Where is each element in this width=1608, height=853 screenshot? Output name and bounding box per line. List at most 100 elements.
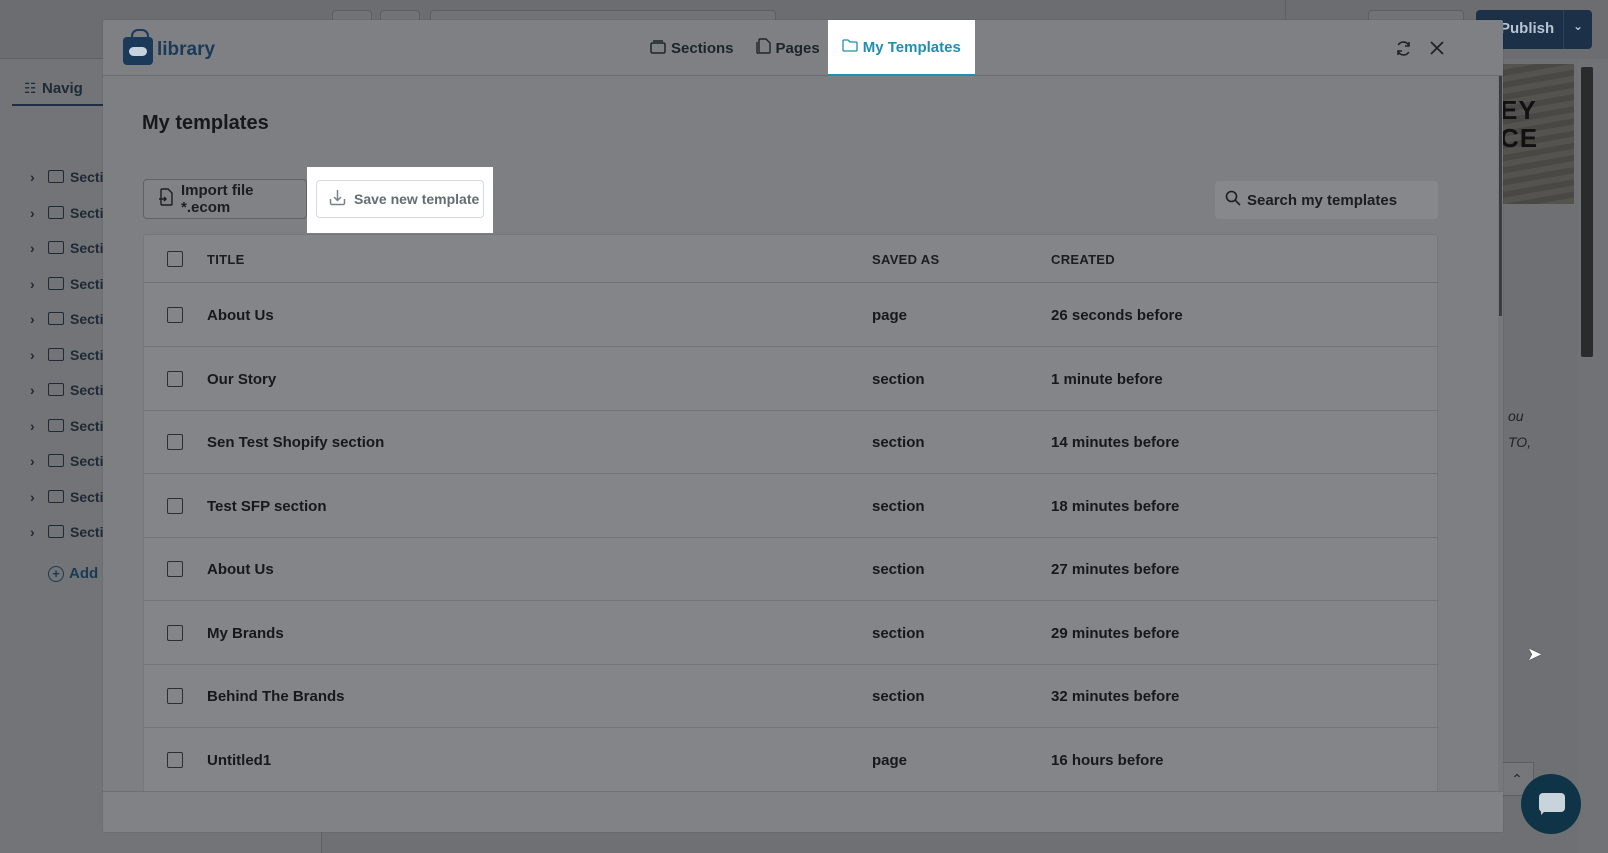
shopping-bag-icon (123, 29, 153, 65)
navigator-section-item[interactable]: › Secti (30, 169, 103, 185)
import-file-label: Import file *.ecom (181, 182, 254, 216)
navigator-section-item[interactable]: › Secti (30, 276, 103, 292)
column-header-title[interactable]: TITLE (207, 252, 245, 267)
row-checkbox[interactable] (167, 307, 183, 323)
logo-text: library (157, 39, 216, 60)
navigator-section-item[interactable]: › Secti (30, 240, 103, 256)
section-label: Secti (70, 417, 104, 434)
layers-icon (650, 39, 666, 58)
navigator-section-item[interactable]: › Secti (30, 453, 103, 469)
table-row[interactable]: My Brands section 29 minutes before (144, 601, 1439, 665)
section-icon (48, 276, 64, 290)
canvas-text: ou (1508, 408, 1524, 424)
file-import-icon (158, 188, 174, 210)
row-title[interactable]: Behind The Brands (207, 688, 345, 705)
scrollbar-thumb[interactable] (1499, 76, 1502, 316)
row-checkbox[interactable] (167, 497, 183, 514)
close-button[interactable] (1423, 34, 1451, 62)
row-title[interactable]: Our Story (207, 371, 276, 388)
navigator-section-item[interactable]: › Secti (30, 347, 103, 363)
publish-divider (1563, 10, 1564, 49)
section-label: Secti (70, 524, 104, 540)
tab-label: Pages (775, 39, 820, 57)
pages-icon (755, 38, 771, 58)
row-created: 27 minutes before (1051, 561, 1180, 578)
row-created: 29 minutes before (1051, 624, 1180, 642)
refresh-button[interactable] (1389, 34, 1417, 62)
tab-pages[interactable]: Pages (755, 20, 820, 76)
row-title[interactable]: About Us (207, 561, 274, 578)
save-new-template-label: Save new template (354, 191, 480, 207)
tab-sections[interactable]: Sections (650, 20, 734, 76)
row-created: 16 hours before (1051, 751, 1164, 769)
row-title[interactable]: Untitled1 (207, 752, 271, 769)
section-label: Secti (70, 240, 104, 256)
tab-my-templates[interactable]: My Templates (827, 20, 975, 76)
table-row[interactable]: Our Story section 1 minute before (144, 347, 1439, 411)
logo-cloud (129, 47, 147, 56)
section-label: Secti (70, 169, 104, 185)
add-section-button[interactable]: + Add s (48, 565, 111, 582)
navigator-section-item[interactable]: › Secti (30, 418, 103, 434)
chevron-right-icon[interactable]: › (30, 489, 44, 505)
chat-button[interactable] (1521, 774, 1581, 834)
table-row[interactable]: Test SFP section section 18 minutes before (144, 474, 1439, 538)
row-title[interactable]: Test SFP section (207, 498, 326, 515)
section-icon (48, 312, 64, 325)
navigator-section-item[interactable]: › Secti (30, 205, 103, 221)
table-row[interactable]: Behind The Brands section 32 minutes befor… (144, 664, 1439, 728)
chevron-right-icon[interactable]: › (30, 205, 44, 221)
canvas-scrollbar[interactable] (1578, 59, 1608, 853)
search-input[interactable] (1247, 191, 1427, 209)
canvas-heading: EY CE (1500, 96, 1538, 152)
row-checkbox[interactable] (167, 688, 183, 704)
column-header-saved-as[interactable]: SAVED AS (872, 252, 939, 267)
navigator-section-item[interactable]: › Secti (30, 489, 103, 505)
chevron-right-icon[interactable]: › (30, 169, 44, 185)
import-file-button[interactable]: Import file *.ecom (143, 179, 307, 219)
navigator-section-item[interactable]: › Secti (30, 382, 103, 398)
navigator-tab-label: Navig (42, 80, 83, 97)
canvas-heading-line: CE (1500, 123, 1539, 153)
mouse-cursor-icon: ➤ (1527, 644, 1543, 664)
search-icon (1225, 190, 1241, 211)
navigator-tab[interactable]: ☷ Navig (12, 72, 107, 106)
plus-icon: + (48, 566, 64, 582)
chevron-right-icon[interactable]: › (30, 382, 44, 398)
table-header: TITLE SAVED AS CREATED (144, 235, 1439, 283)
scrollbar-thumb[interactable] (1581, 67, 1593, 357)
tab-label: Sections (671, 39, 734, 57)
table-row[interactable]: About Us page 26 seconds before (144, 283, 1439, 347)
row-title[interactable]: About Us (207, 307, 274, 324)
section-icon (48, 525, 64, 538)
chevron-right-icon[interactable]: › (30, 240, 44, 256)
section-label: Secti (70, 275, 104, 292)
chevron-right-icon[interactable]: › (30, 347, 44, 363)
row-title[interactable]: Sen Test Shopify section (207, 434, 384, 451)
library-modal: library Sections Pages My Templates My t… (103, 20, 1503, 832)
row-checkbox[interactable] (167, 624, 183, 641)
navigator-section-item[interactable]: › Secti (30, 311, 103, 327)
row-checkbox[interactable] (167, 370, 183, 387)
table-row[interactable]: About Us section 27 minutes before (144, 537, 1439, 601)
row-checkbox[interactable] (167, 751, 183, 768)
chevron-right-icon[interactable]: › (30, 418, 44, 434)
chevron-down-icon[interactable]: ⌄ (1573, 19, 1583, 33)
navigator-section-item[interactable]: › Secti (30, 524, 103, 540)
row-checkbox[interactable] (167, 561, 183, 577)
chevron-right-icon[interactable]: › (30, 311, 44, 327)
table-row[interactable]: Untitled1 page 16 hours before (144, 728, 1439, 791)
modal-scrollbar[interactable] (1498, 76, 1503, 791)
chevron-right-icon[interactable]: › (30, 276, 44, 292)
save-new-template-button[interactable]: Save new template (316, 180, 484, 218)
section-label: Secti (70, 453, 104, 469)
table-row[interactable]: Sen Test Shopify section section 14 minute… (144, 410, 1439, 474)
row-checkbox[interactable] (167, 434, 183, 450)
chevron-right-icon[interactable]: › (30, 524, 44, 540)
select-all-checkbox[interactable] (167, 251, 183, 267)
folder-icon (842, 38, 858, 56)
search-box[interactable] (1215, 181, 1438, 219)
column-header-created[interactable]: CREATED (1051, 252, 1115, 267)
row-title[interactable]: My Brands (207, 625, 284, 642)
chevron-right-icon[interactable]: › (30, 453, 44, 469)
